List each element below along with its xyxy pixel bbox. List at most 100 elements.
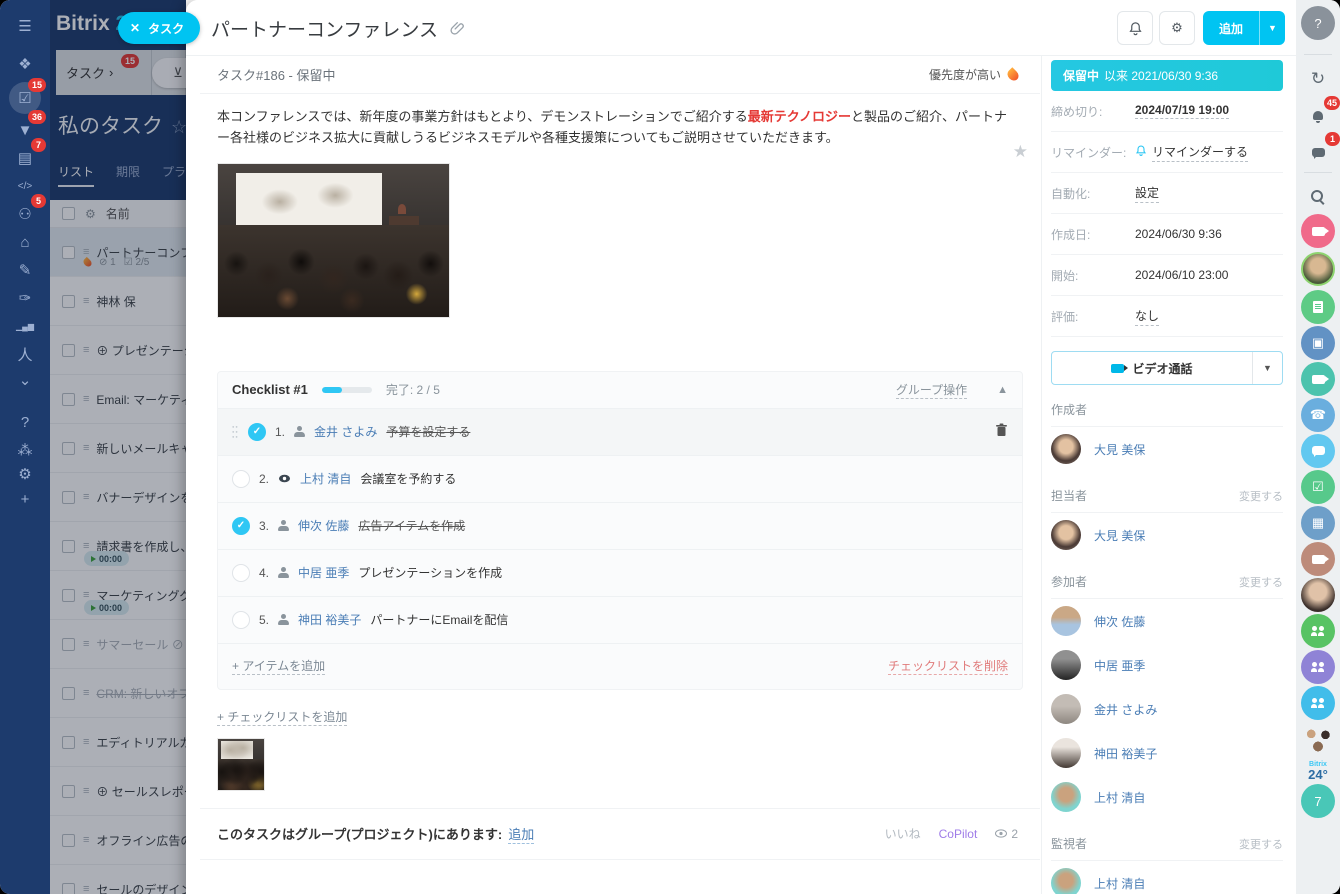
settings-gear-button[interactable]: ⚙ — [1159, 11, 1195, 45]
unchecked-circle[interactable] — [232, 611, 250, 629]
company-icon[interactable]: ⌂ — [0, 228, 50, 256]
person-name-link[interactable]: 大見 美保 — [1094, 441, 1145, 458]
checklist-item[interactable]: 2.上村 清自会議室を予約する — [218, 455, 1022, 502]
like-button[interactable]: いいね — [885, 825, 921, 842]
video-call-pink-icon[interactable] — [1301, 214, 1335, 248]
avatar[interactable] — [1051, 868, 1081, 894]
settings-icon[interactable]: ⚙ — [0, 460, 50, 488]
assignee-name-link[interactable]: 上村 清自 — [300, 470, 351, 487]
avatar[interactable] — [1051, 520, 1081, 550]
checklist-item[interactable]: ●●●●●●✓1.金井 さよみ予算を設定する — [218, 408, 1022, 455]
person-name-link[interactable]: 伸次 佐藤 — [1094, 613, 1145, 630]
people-green-icon[interactable] — [1301, 614, 1335, 648]
person-name-link[interactable]: 上村 清自 — [1094, 789, 1145, 806]
people-purple-icon[interactable] — [1301, 650, 1335, 684]
change-link[interactable]: 変更する — [1239, 836, 1283, 852]
history-icon[interactable]: ↻ — [1301, 62, 1335, 96]
delete-checklist-link[interactable]: チェックリストを削除 — [888, 657, 1008, 675]
person-name-link[interactable]: 金井 さよみ — [1094, 701, 1157, 718]
add-checklist-link[interactable]: + チェックリストを追加 — [217, 708, 347, 726]
avatar[interactable] — [1051, 434, 1081, 464]
trash-icon[interactable] — [995, 423, 1008, 440]
search-icon[interactable] — [1301, 180, 1335, 214]
assignee-name-link[interactable]: 神田 裕美子 — [298, 611, 361, 628]
avatar[interactable] — [1051, 694, 1081, 724]
checked-circle[interactable]: ✓ — [232, 517, 250, 535]
assignee-name-link[interactable]: 伸次 佐藤 — [298, 517, 349, 534]
unchecked-circle[interactable] — [232, 470, 250, 488]
unchecked-circle[interactable] — [232, 564, 250, 582]
person-clock-icon[interactable] — [1301, 686, 1335, 720]
assignee-name-link[interactable]: 中居 亜季 — [298, 564, 349, 581]
avatar[interactable] — [1051, 782, 1081, 812]
close-slider-button[interactable]: ✕ タスク — [118, 12, 200, 44]
checked-circle[interactable]: ✓ — [248, 423, 266, 441]
avatar[interactable] — [1051, 650, 1081, 680]
field-value[interactable]: 設定 — [1135, 184, 1159, 203]
ai-assistant-icon[interactable]: ⚇5 — [0, 200, 50, 228]
field-value[interactable]: リマインダーする — [1135, 143, 1248, 162]
plus-icon[interactable]: + — [0, 485, 50, 513]
person-name-link[interactable]: 上村 清自 — [1094, 875, 1145, 892]
menu-icon[interactable]: ☰ — [0, 12, 50, 40]
field-value[interactable]: なし — [1135, 307, 1159, 326]
field-value[interactable]: 2024/07/19 19:00 — [1135, 103, 1229, 119]
avatar[interactable] — [1051, 738, 1081, 768]
field-value-text[interactable]: リマインダーする — [1152, 143, 1248, 162]
field-value-text[interactable]: なし — [1135, 307, 1159, 326]
help-icon[interactable]: ? — [0, 408, 50, 436]
group-add-link[interactable]: 追加 — [508, 824, 534, 844]
chat-bubble-icon[interactable] — [1301, 434, 1335, 468]
video-call-button[interactable]: ビデオ通話 ▼ — [1051, 351, 1283, 385]
person-name-link[interactable]: 中居 亜季 — [1094, 657, 1145, 674]
tasks-icon[interactable]: ☑15 — [0, 84, 50, 112]
person-name-link[interactable]: 大見 美保 — [1094, 527, 1145, 544]
chart-icon[interactable]: ▁▄▆ — [0, 312, 50, 340]
drag-dots-icon[interactable]: ●●●●●● — [232, 424, 239, 439]
attachment-thumbnail[interactable] — [217, 738, 265, 791]
field-value-text[interactable]: 設定 — [1135, 184, 1159, 203]
signature-icon[interactable]: ✑ — [0, 284, 50, 312]
group-operations-link[interactable]: グループ操作 — [896, 381, 967, 399]
person-name-link[interactable]: 神田 裕美子 — [1094, 745, 1157, 762]
notes-icon[interactable] — [1301, 290, 1335, 324]
assignee-name-link[interactable]: 金井 さよみ — [314, 423, 377, 440]
bitrix24-mini-logo[interactable]: Bitrix24° — [1296, 760, 1340, 780]
avatar[interactable] — [1051, 606, 1081, 636]
chevron-down-icon[interactable]: ▼ — [1259, 11, 1285, 45]
pulse-icon[interactable]: ❖ — [0, 50, 50, 78]
notification-bell-button[interactable] — [1117, 11, 1153, 45]
phone-icon[interactable]: ☎ — [1301, 398, 1335, 432]
seven-circle-icon[interactable]: 7 — [1301, 784, 1335, 818]
favorite-star-icon[interactable]: ★ — [1013, 142, 1028, 162]
field-value-text[interactable]: 2024/07/19 19:00 — [1135, 103, 1229, 119]
video-camera-brown-icon[interactable] — [1301, 542, 1335, 576]
copilot-button[interactable]: CoPilot — [939, 827, 978, 841]
chevron-down-icon[interactable]: ▼ — [1252, 352, 1282, 384]
video-camera-teal-icon[interactable] — [1301, 362, 1335, 396]
chevron-up-icon[interactable]: ▲ — [997, 384, 1008, 396]
change-link[interactable]: 変更する — [1239, 574, 1283, 590]
change-link[interactable]: 変更する — [1239, 488, 1283, 504]
contacts-icon[interactable]: ▤7 — [0, 144, 50, 172]
notifications-bell-icon[interactable]: 45 — [1301, 100, 1335, 134]
conference-photo[interactable] — [217, 163, 450, 318]
link-icon[interactable] — [450, 21, 465, 36]
calendar-icon[interactable]: ▦ — [1301, 506, 1335, 540]
add-item-link[interactable]: + アイテムを追加 — [232, 657, 325, 675]
user-avatar-2[interactable] — [1301, 578, 1335, 612]
chat-messages-icon[interactable]: 1 — [1301, 136, 1335, 170]
avatars-group[interactable] — [1301, 722, 1335, 756]
overlay-dim[interactable] — [50, 0, 186, 894]
chevron-circle-icon[interactable]: ⌄ — [0, 366, 50, 394]
document-edit-icon[interactable]: ✎ — [0, 256, 50, 284]
task-check-icon[interactable]: ☑ — [1301, 470, 1335, 504]
user-avatar[interactable] — [1301, 252, 1335, 286]
checklist-item[interactable]: 5.神田 裕美子パートナーにEmailを配信 — [218, 596, 1022, 643]
checklist-item[interactable]: ✓3.伸次 佐藤広告アイテムを作成 — [218, 502, 1022, 549]
contact-card-icon[interactable]: ▣ — [1301, 326, 1335, 360]
checklist-item[interactable]: 4.中居 亜季プレゼンテーションを作成 — [218, 549, 1022, 596]
add-split-button[interactable]: 追加 ▼ — [1203, 11, 1285, 45]
help-circle-icon[interactable]: ? — [1301, 6, 1335, 40]
people-icon[interactable]: 人 — [0, 340, 50, 368]
